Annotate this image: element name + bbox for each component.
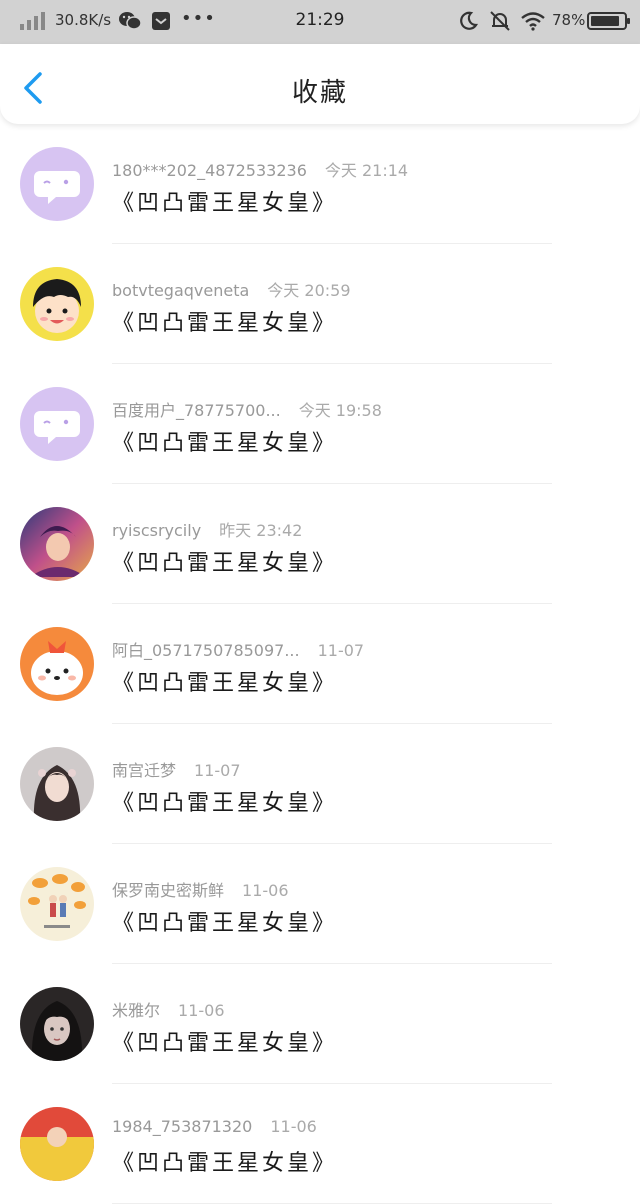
item-meta: 180***202_4872533236 今天 21:14 — [112, 157, 408, 181]
wifi-icon — [521, 12, 545, 31]
item-title: 《凹凸雷王星女皇》 — [112, 551, 338, 576]
list-item[interactable]: botvtegaqveneta 今天 20:59 《凹凸雷王星女皇》 — [0, 244, 640, 364]
item-title: 《凹凸雷王星女皇》 — [112, 311, 338, 336]
red-yellow-avatar[interactable] — [20, 1107, 94, 1181]
page-title: 收藏 — [291, 78, 348, 108]
item-title: 《凹凸雷王星女皇》 — [112, 791, 338, 816]
girl-portrait-avatar[interactable] — [20, 747, 94, 821]
chat-bubble-avatar[interactable] — [20, 147, 94, 221]
item-time: 11-06 — [178, 1001, 225, 1020]
item-meta: 南宫迁梦 11-07 — [112, 757, 241, 781]
item-meta: ryiscsrycily 昨天 23:42 — [112, 517, 302, 541]
dark-hair-girl-avatar[interactable] — [20, 987, 94, 1061]
item-meta: botvtegaqveneta 今天 20:59 — [112, 277, 351, 301]
item-title: 《凹凸雷王星女皇》 — [112, 191, 338, 216]
item-meta: 阿白_0571750785097... 11-07 — [112, 637, 364, 661]
item-time: 昨天 23:42 — [219, 521, 303, 540]
item-user: 百度用户_78775700... — [112, 401, 281, 420]
item-user: 南宫迁梦 — [112, 761, 177, 780]
list-item[interactable]: 阿白_0571750785097... 11-07 《凹凸雷王星女皇》 — [0, 604, 640, 724]
item-user: botvtegaqveneta — [112, 281, 250, 300]
item-user: 保罗南史密斯鲜 — [112, 881, 225, 900]
item-user: 米雅尔 — [112, 1001, 161, 1020]
wechat-icon — [119, 12, 142, 30]
item-title: 《凹凸雷王星女皇》 — [112, 1031, 338, 1056]
item-meta: 米雅尔 11-06 — [112, 997, 225, 1021]
item-title: 《凹凸雷王星女皇》 — [112, 431, 338, 456]
list-item[interactable]: 百度用户_78775700... 今天 19:58 《凹凸雷王星女皇》 — [0, 364, 640, 484]
list-item[interactable]: 保罗南史密斯鲜 11-06 《凹凸雷王星女皇》 — [0, 844, 640, 964]
item-user: 1984_753871320 — [112, 1117, 253, 1136]
battery-icon — [587, 12, 630, 30]
chat-bubble-avatar[interactable] — [20, 387, 94, 461]
item-meta: 保罗南史密斯鲜 11-06 — [112, 877, 289, 901]
cute-puppy-avatar[interactable] — [20, 627, 94, 701]
item-title: 《凹凸雷王星女皇》 — [112, 1151, 338, 1176]
item-title: 《凹凸雷王星女皇》 — [112, 671, 338, 696]
list-item[interactable]: 1984_753871320 11-06 《凹凸雷王星女皇》 — [0, 1084, 640, 1204]
item-title: 《凹凸雷王星女皇》 — [112, 911, 338, 936]
message-icon — [152, 12, 170, 30]
item-time: 11-06 — [270, 1117, 317, 1136]
item-user: 180***202_4872533236 — [112, 161, 307, 180]
more-notifications-icon: ••• — [181, 8, 216, 29]
item-time: 今天 20:59 — [267, 281, 351, 300]
list-item[interactable]: 米雅尔 11-06 《凹凸雷王星女皇》 — [0, 964, 640, 1084]
orange-fruit-avatar[interactable] — [20, 867, 94, 941]
list-item[interactable]: 南宫迁梦 11-07 《凹凸雷王星女皇》 — [0, 724, 640, 844]
item-time: 11-06 — [242, 881, 289, 900]
list-item[interactable]: 180***202_4872533236 今天 21:14 《凹凸雷王星女皇》 — [0, 124, 640, 244]
list-item[interactable]: ryiscsrycily 昨天 23:42 《凹凸雷王星女皇》 — [0, 484, 640, 604]
item-meta: 1984_753871320 11-06 — [112, 1117, 317, 1136]
network-speed: 30.8K/s — [55, 11, 112, 29]
item-user: ryiscsrycily — [112, 521, 202, 540]
status-bar: 30.8K/s ••• 21:29 78% — [0, 0, 640, 44]
do-not-disturb-icon — [460, 11, 478, 30]
item-time: 今天 19:58 — [298, 401, 382, 420]
item-time: 11-07 — [317, 641, 365, 660]
bell-mute-icon — [490, 11, 510, 31]
item-user: 阿白_0571750785097... — [112, 641, 300, 660]
item-time: 今天 21:14 — [324, 161, 409, 180]
battery-percent: 78% — [552, 11, 586, 29]
item-meta: 百度用户_78775700... 今天 19:58 — [112, 397, 382, 421]
favorites-list: 180***202_4872533236 今天 21:14 《凹凸雷王星女皇》 b… — [0, 124, 640, 1204]
signal-icon — [20, 12, 45, 30]
item-time: 11-07 — [194, 761, 241, 780]
anime-art-avatar[interactable] — [20, 507, 94, 581]
cartoon-girl-avatar[interactable] — [20, 267, 94, 341]
nav-bar: 收藏 — [0, 44, 640, 124]
